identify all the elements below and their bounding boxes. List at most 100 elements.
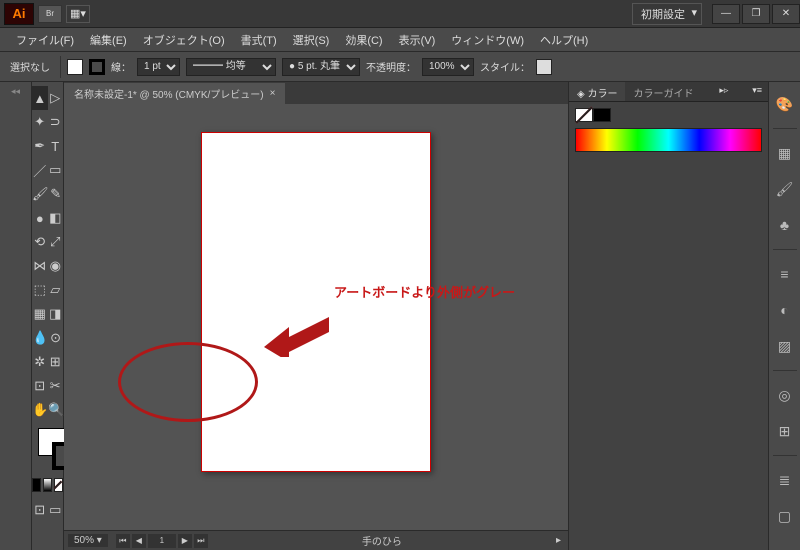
bridge-button[interactable]: Br: [38, 5, 62, 23]
panel-menu-icon[interactable]: ▾≡: [746, 82, 768, 101]
minimize-button[interactable]: ―: [712, 4, 740, 24]
appearance-icon[interactable]: ◎: [773, 383, 797, 407]
menu-help[interactable]: ヘルプ(H): [532, 28, 596, 52]
direct-select-tool[interactable]: ▷: [48, 86, 64, 110]
opacity-select[interactable]: 100%: [422, 58, 474, 76]
transparency-icon[interactable]: ▨: [773, 334, 797, 358]
app-logo: Ai: [4, 3, 34, 25]
menu-select[interactable]: 選択(S): [285, 28, 338, 52]
panel-collapse-icon[interactable]: ▸▹: [713, 82, 734, 101]
next-page[interactable]: ▶: [178, 534, 192, 548]
opacity-label: 不透明度：: [366, 59, 416, 74]
stroke-swatch[interactable]: [89, 59, 105, 75]
fill-swatch[interactable]: [67, 59, 83, 75]
zoom-tool[interactable]: 🔍: [48, 398, 64, 422]
shape-builder-tool[interactable]: ⬚: [32, 278, 48, 302]
menu-object[interactable]: オブジェクト(O): [135, 28, 233, 52]
brushes-icon[interactable]: 🖌: [773, 177, 797, 201]
toolbox: ▲▷ ✦⊃ ✒T ／▭ 🖌✎ ●◧ ⟲⤢ ⋈◉ ⬚▱ ▦◨ 💧⊙ ✲⊞ ⊡✂ ✋…: [32, 82, 64, 550]
perspective-tool[interactable]: ▱: [48, 278, 64, 302]
blend-tool[interactable]: ⊙: [48, 326, 63, 350]
document-tabs: 名称未設定-1* @ 50% (CMYK/プレビュー) ×: [64, 82, 568, 104]
document-tab[interactable]: 名称未設定-1* @ 50% (CMYK/プレビュー) ×: [64, 83, 285, 104]
maximize-button[interactable]: ❐: [742, 4, 770, 24]
doc-title: 名称未設定-1* @ 50% (CMYK/プレビュー): [74, 86, 264, 101]
graph-tool[interactable]: ⊞: [48, 350, 64, 374]
rect-tool[interactable]: ▭: [48, 158, 64, 182]
warp-tool[interactable]: ◉: [48, 254, 64, 278]
dash-select[interactable]: ━━━ 均等: [186, 58, 276, 76]
layers-icon[interactable]: ≣: [773, 468, 797, 492]
menu-effect[interactable]: 効果(C): [337, 28, 390, 52]
zoom-level[interactable]: 50% ▾: [68, 534, 108, 547]
artboard[interactable]: [201, 132, 431, 472]
annotation-arrow-icon: [264, 307, 334, 357]
tool-gutter: ◂◂: [0, 82, 32, 550]
screen-mode[interactable]: ⊡: [32, 498, 48, 522]
control-bar: 選択なし 線： 1 pt ━━━ 均等 ● 5 pt. 丸筆 不透明度： 100…: [0, 52, 800, 82]
prev-page[interactable]: ◀: [132, 534, 146, 548]
mesh-tool[interactable]: ▦: [32, 302, 48, 326]
stroke-weight[interactable]: 1 pt: [137, 58, 180, 76]
symbols-icon[interactable]: ♣: [773, 213, 797, 237]
line-tool[interactable]: ／: [32, 158, 48, 182]
workspace-select[interactable]: 初期設定: [632, 3, 702, 25]
none-swatch[interactable]: [575, 108, 593, 122]
lasso-tool[interactable]: ⊃: [48, 110, 64, 134]
last-page[interactable]: ⏭: [194, 534, 208, 548]
annotation-ellipse: [118, 342, 258, 422]
stroke-label: 線：: [111, 59, 131, 74]
current-tool-label: 手のひら: [208, 533, 556, 548]
menu-bar: ファイル(F) 編集(E) オブジェクト(O) 書式(T) 選択(S) 効果(C…: [0, 28, 800, 52]
blob-tool[interactable]: ●: [32, 206, 48, 230]
gradient-icon[interactable]: ◐: [773, 298, 797, 322]
swatches-icon[interactable]: ▦: [773, 141, 797, 165]
color-spectrum[interactable]: [575, 128, 762, 152]
eraser-tool[interactable]: ◧: [48, 206, 64, 230]
style-label: スタイル：: [480, 59, 530, 74]
black-swatch[interactable]: [593, 108, 611, 122]
close-button[interactable]: ✕: [772, 4, 800, 24]
type-tool[interactable]: T: [48, 134, 64, 158]
first-page[interactable]: ⏮: [116, 534, 130, 548]
color-panel: [569, 102, 768, 158]
artboard-tool[interactable]: ⊡: [32, 374, 48, 398]
menu-file[interactable]: ファイル(F): [8, 28, 82, 52]
gradient-tool[interactable]: ◨: [48, 302, 64, 326]
page-number[interactable]: 1: [148, 534, 176, 548]
graphic-styles-icon[interactable]: ⊞: [773, 419, 797, 443]
brush-tool[interactable]: 🖌: [32, 182, 49, 206]
close-tab-icon[interactable]: ×: [270, 88, 276, 99]
panel-dock: ◈ カラー カラーガイド ▸▹ ▾≡: [568, 82, 768, 550]
menu-format[interactable]: 書式(T): [233, 28, 285, 52]
hand-tool[interactable]: ✋: [32, 398, 48, 422]
collapsed-panels: 🎨 ▦ 🖌 ♣ ≡ ◐ ▨ ◎ ⊞ ≣ ▢: [768, 82, 800, 550]
wand-tool[interactable]: ✦: [32, 110, 48, 134]
annotation-text: アートボードより外側がグレー: [334, 282, 515, 301]
status-bar: 50% ▾ ⏮ ◀ 1 ▶ ⏭ 手のひら ▸: [64, 530, 568, 550]
symbol-tool[interactable]: ✲: [32, 350, 48, 374]
width-tool[interactable]: ⋈: [32, 254, 48, 278]
colorguide-panel-tab[interactable]: カラーガイド: [625, 82, 701, 101]
menu-edit[interactable]: 編集(E): [82, 28, 135, 52]
color-icon[interactable]: 🎨: [773, 92, 797, 116]
scale-tool[interactable]: ⤢: [48, 230, 64, 254]
style-swatch[interactable]: [536, 59, 552, 75]
brush-select[interactable]: ● 5 pt. 丸筆: [282, 58, 360, 76]
color-panel-tab[interactable]: ◈ カラー: [569, 82, 625, 101]
eyedropper-tool[interactable]: 💧: [32, 326, 48, 350]
canvas[interactable]: 名称未設定-1* @ 50% (CMYK/プレビュー) × アートボードより外側…: [64, 82, 568, 550]
color-mode-swatches[interactable]: [32, 478, 63, 492]
layout-button[interactable]: ▦▾: [66, 5, 90, 23]
stroke-panel-icon[interactable]: ≡: [773, 262, 797, 286]
menu-window[interactable]: ウィンドウ(W): [443, 28, 532, 52]
pencil-tool[interactable]: ✎: [49, 182, 63, 206]
pen-tool[interactable]: ✒: [32, 134, 48, 158]
artboards-icon[interactable]: ▢: [773, 504, 797, 528]
selection-tool[interactable]: ▲: [32, 86, 48, 110]
menu-view[interactable]: 表示(V): [391, 28, 444, 52]
screen-mode-2[interactable]: ▭: [48, 498, 64, 522]
rotate-tool[interactable]: ⟲: [32, 230, 48, 254]
slice-tool[interactable]: ✂: [48, 374, 64, 398]
selection-label: 選択なし: [6, 57, 54, 76]
